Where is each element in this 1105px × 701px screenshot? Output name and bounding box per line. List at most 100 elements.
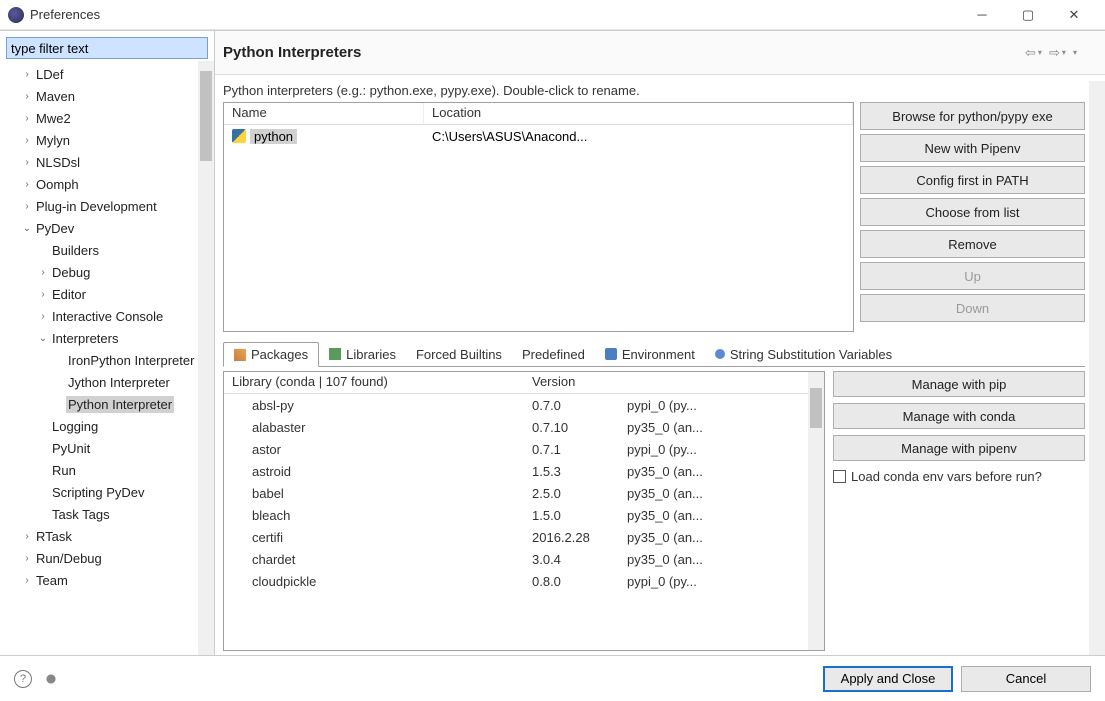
tree-item[interactable]: ›Run/Debug [4,547,214,569]
checkbox-icon[interactable] [833,470,846,483]
chevron-down-icon[interactable]: ⌄ [20,223,34,234]
tab-predefined[interactable]: Predefined [512,342,595,366]
tree-item[interactable]: ›Debug [4,261,214,283]
chevron-right-icon[interactable]: › [20,553,34,564]
up-button[interactable]: Up [860,262,1085,290]
tab-string-substitution-variables[interactable]: String Substitution Variables [705,342,902,366]
chevron-right-icon[interactable]: › [20,69,34,80]
tree-item[interactable]: Builders [4,239,214,261]
tree-item[interactable]: ⌄PyDev [4,217,214,239]
chevron-right-icon[interactable]: › [36,311,50,322]
tree-item[interactable]: ›Mwe2 [4,107,214,129]
cancel-button[interactable]: Cancel [961,666,1091,692]
package-row[interactable]: cloudpickle0.8.0pypi_0 (py... [224,570,808,592]
tree-item[interactable]: Jython Interpreter [4,371,214,393]
close-button[interactable]: ✕ [1051,0,1097,30]
chevron-right-icon[interactable]: › [36,289,50,300]
package-row[interactable]: astroid1.5.3py35_0 (an... [224,460,808,482]
pkg-source: py35_0 (an... [619,420,808,435]
tree-item[interactable]: ›Interactive Console [4,305,214,327]
config-path-button[interactable]: Config first in PATH [860,166,1085,194]
chevron-right-icon[interactable]: › [20,201,34,212]
package-row[interactable]: alabaster0.7.10py35_0 (an... [224,416,808,438]
record-icon[interactable] [42,670,60,688]
maximize-button[interactable]: ▢ [1005,0,1051,30]
tree-item[interactable]: Task Tags [4,503,214,525]
tree-item[interactable]: ›LDef [4,63,214,85]
tree-item[interactable]: ⌄Interpreters [4,327,214,349]
col-library[interactable]: Library (conda | 107 found) [224,372,524,393]
chevron-right-icon[interactable]: › [20,531,34,542]
package-row[interactable]: chardet3.0.4py35_0 (an... [224,548,808,570]
chevron-right-icon[interactable]: › [20,179,34,190]
main: ›LDef›Maven›Mwe2›Mylyn›NLSDsl›Oomph›Plug… [0,30,1105,655]
tree-item[interactable]: ›RTask [4,525,214,547]
packages-scrollbar[interactable] [808,372,824,650]
scrollbar-thumb[interactable] [810,388,822,428]
manage-conda-button[interactable]: Manage with conda [833,403,1085,429]
pkg-name: certifi [224,530,524,545]
help-icon[interactable]: ? [14,670,32,688]
table-row[interactable]: pythonC:\Users\ASUS\Anacond... [224,125,853,147]
tree-item[interactable]: Scripting PyDev [4,481,214,503]
back-button[interactable]: ⇦▾ [1025,43,1045,63]
tree-item[interactable]: ›NLSDsl [4,151,214,173]
forward-button[interactable]: ⇨▾ [1049,43,1069,63]
pkg-version: 3.0.4 [524,552,619,567]
manage-pip-button[interactable]: Manage with pip [833,371,1085,397]
package-row[interactable]: bleach1.5.0py35_0 (an... [224,504,808,526]
tab-libraries[interactable]: Libraries [319,342,406,366]
chevron-right-icon[interactable]: › [20,135,34,146]
sidebar: ›LDef›Maven›Mwe2›Mylyn›NLSDsl›Oomph›Plug… [0,31,215,655]
interpreters-table[interactable]: Name Location pythonC:\Users\ASUS\Anacon… [223,102,854,332]
choose-list-button[interactable]: Choose from list [860,198,1085,226]
tree-item[interactable]: PyUnit [4,437,214,459]
col-name[interactable]: Name [224,103,424,124]
package-row[interactable]: absl-py0.7.0pypi_0 (py... [224,394,808,416]
tree-item[interactable]: ›Plug-in Development [4,195,214,217]
minimize-button[interactable]: ─ [959,0,1005,30]
pane-title: Python Interpreters [223,44,1021,61]
tab-label: Predefined [522,347,585,362]
apply-close-button[interactable]: Apply and Close [823,666,953,692]
tree-item[interactable]: ›Editor [4,283,214,305]
tree-item[interactable]: ›Maven [4,85,214,107]
preferences-tree[interactable]: ›LDef›Maven›Mwe2›Mylyn›NLSDsl›Oomph›Plug… [0,63,214,655]
down-button[interactable]: Down [860,294,1085,322]
col-location[interactable]: Location [424,103,853,124]
tab-forced-builtins[interactable]: Forced Builtins [406,342,512,366]
tab-packages[interactable]: Packages [223,342,319,367]
packages-table[interactable]: Library (conda | 107 found) Version absl… [223,371,825,651]
package-row[interactable]: certifi2016.2.28py35_0 (an... [224,526,808,548]
tree-item[interactable]: IronPython Interpreter [4,349,214,371]
chevron-right-icon[interactable]: › [20,575,34,586]
package-row[interactable]: babel2.5.0py35_0 (an... [224,482,808,504]
tree-item[interactable]: ›Team [4,569,214,591]
chevron-down-icon[interactable]: ⌄ [36,333,50,344]
col-version[interactable]: Version [524,372,619,393]
package-row[interactable]: astor0.7.1pypi_0 (py... [224,438,808,460]
sidebar-scrollbar[interactable] [198,61,214,655]
col-source[interactable] [619,372,808,393]
pkg-source: pypi_0 (py... [619,398,808,413]
tree-item[interactable]: Logging [4,415,214,437]
chevron-right-icon[interactable]: › [20,157,34,168]
filter-input[interactable] [6,37,208,59]
tree-item-label: Jython Interpreter [66,374,172,391]
chevron-right-icon[interactable]: › [20,113,34,124]
tree-item[interactable]: ›Mylyn [4,129,214,151]
new-pipenv-button[interactable]: New with Pipenv [860,134,1085,162]
tree-item[interactable]: Run [4,459,214,481]
pane-scrollbar[interactable] [1089,81,1105,655]
scrollbar-thumb[interactable] [200,71,212,161]
manage-pipenv-button[interactable]: Manage with pipenv [833,435,1085,461]
chevron-right-icon[interactable]: › [20,91,34,102]
tab-environment[interactable]: Environment [595,342,705,366]
load-conda-checkbox-row[interactable]: Load conda env vars before run? [833,467,1085,484]
tree-item[interactable]: Python Interpreter [4,393,214,415]
remove-button[interactable]: Remove [860,230,1085,258]
tree-item[interactable]: ›Oomph [4,173,214,195]
chevron-right-icon[interactable]: › [36,267,50,278]
browse-button[interactable]: Browse for python/pypy exe [860,102,1085,130]
menu-button[interactable]: ▾ [1073,43,1093,63]
